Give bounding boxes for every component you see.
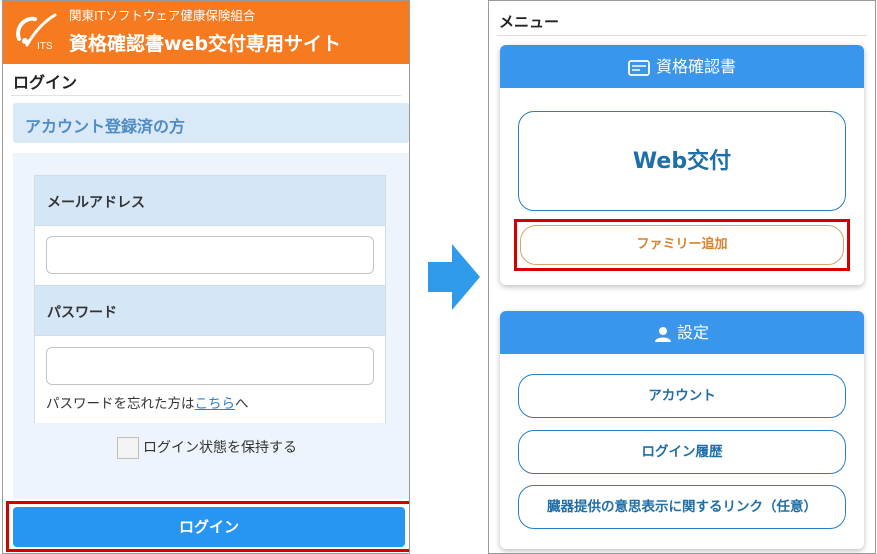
svg-text:ITS: ITS (37, 41, 53, 52)
login-screen: ITS 関東ITソフトウェア健康保険組合 資格確認書web交付専用サイト ログイ… (2, 0, 410, 554)
email-field[interactable] (46, 236, 374, 274)
settings-card-title: 設定 (676, 323, 709, 342)
highlight-frame: ファミリー追加 (514, 219, 850, 271)
settings-card-header: 設定 (500, 311, 864, 354)
remember-login: ログイン状態を保持する (117, 437, 297, 459)
remember-label: ログイン状態を保持する (143, 440, 297, 456)
password-field[interactable] (46, 347, 374, 385)
its-logo-icon: ITS (16, 13, 57, 52)
highlight-frame: ログイン (6, 501, 409, 552)
forgot-password-link[interactable]: こちら (195, 396, 236, 412)
user-icon (654, 326, 671, 342)
add-family-button[interactable]: ファミリー追加 (520, 225, 844, 265)
org-name: 関東ITソフトウェア健康保険組合 (69, 8, 256, 23)
login-button[interactable]: ログイン (13, 507, 405, 547)
settings-card: 設定 アカウント ログイン履歴 臓器提供の意思表示に関するリンク（任意） (500, 311, 864, 549)
email-row (35, 225, 385, 286)
site-title: 資格確認書web交付専用サイト (69, 33, 342, 55)
password-label: パスワード (35, 286, 385, 335)
qualification-card-title: 資格確認書 (655, 57, 736, 76)
account-button[interactable]: アカウント (518, 374, 846, 418)
qualification-card-header: 資格確認書 (500, 45, 864, 88)
forgot-password-text: パスワードを忘れた方はこちらへ (46, 392, 249, 412)
divider (11, 95, 401, 96)
email-label: メールアドレス (35, 176, 385, 225)
account-section-heading: アカウント登録済の方 (13, 103, 409, 143)
web-issue-button[interactable]: Web交付 (518, 111, 846, 211)
organ-donation-link-button[interactable]: 臓器提供の意思表示に関するリンク（任意） (518, 485, 846, 529)
right-arrow-icon (428, 244, 480, 310)
forgot-suffix: へ (235, 396, 249, 412)
form-table: メールアドレス パスワード パスワードを忘れた方はこちらへ (34, 175, 386, 423)
divider (497, 35, 867, 36)
menu-heading: メニュー (499, 13, 560, 31)
menu-screen: メニュー 資格確認書 Web交付 ファミリー追加 設定 アカウント ログイン履歴… (488, 0, 876, 554)
site-header: ITS 関東ITソフトウェア健康保険組合 資格確認書web交付専用サイト (3, 1, 409, 64)
login-heading: ログイン (13, 73, 78, 92)
login-form: メールアドレス パスワード パスワードを忘れた方はこちらへ ログイン状態を保持す… (13, 153, 409, 499)
card-icon (628, 59, 650, 76)
remember-checkbox[interactable] (117, 437, 139, 459)
password-row: パスワードを忘れた方はこちらへ (35, 335, 385, 423)
login-history-button[interactable]: ログイン履歴 (518, 430, 846, 474)
forgot-prefix: パスワードを忘れた方は (46, 396, 195, 412)
qualification-card: 資格確認書 Web交付 ファミリー追加 (500, 45, 864, 285)
